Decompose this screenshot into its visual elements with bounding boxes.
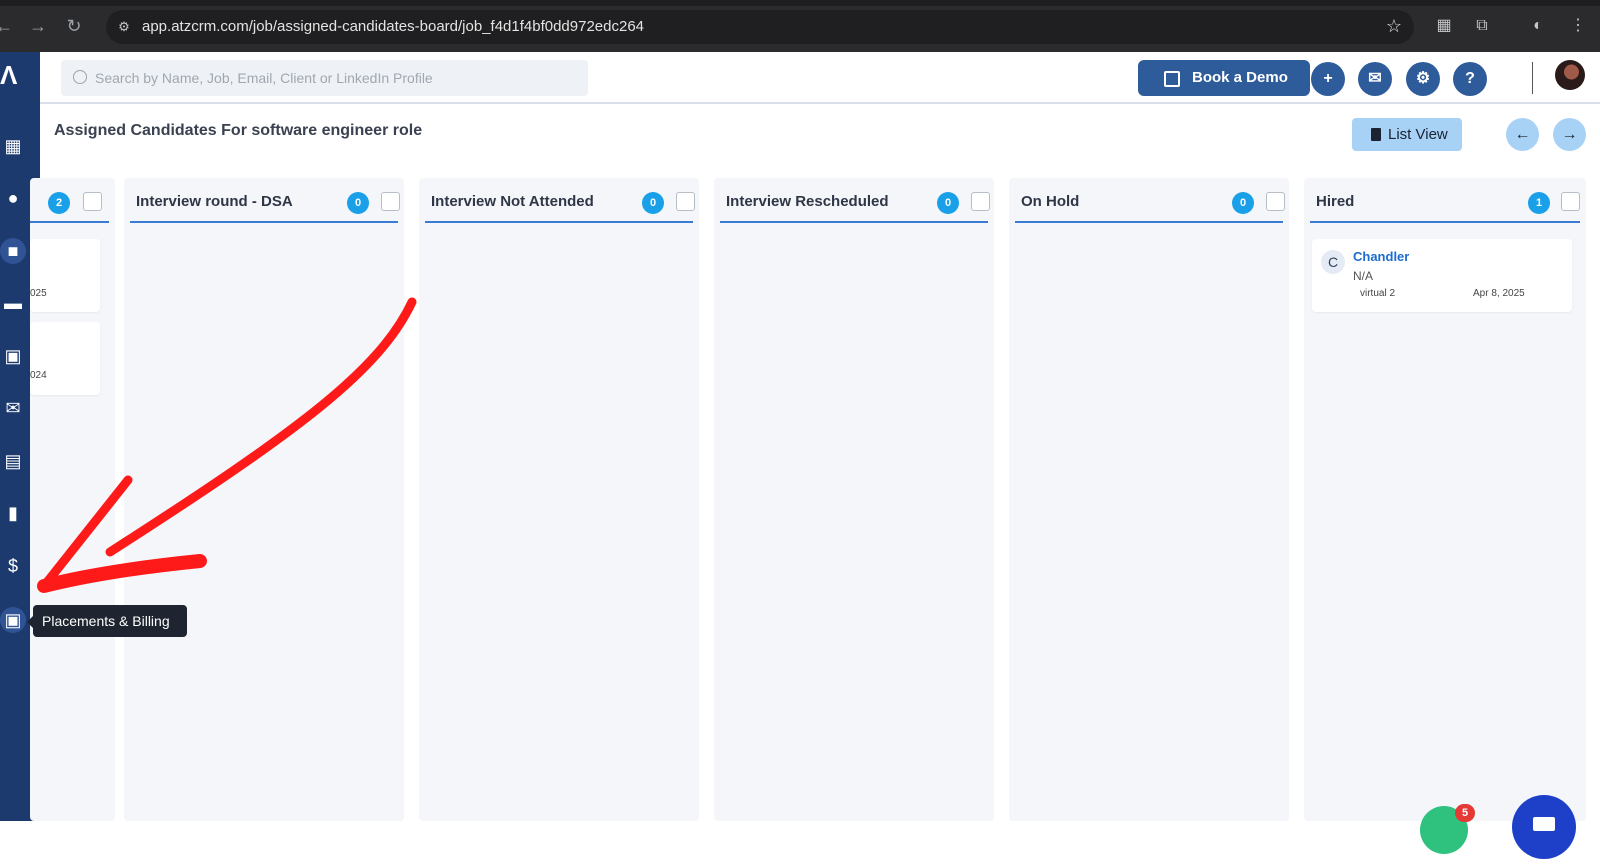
column-select-checkbox[interactable] [1266, 192, 1285, 211]
column-header: Interview Rescheduled 0 [720, 190, 990, 223]
column-select-checkbox[interactable] [83, 192, 102, 211]
calendar-icon [1164, 71, 1180, 87]
book-demo-label: Book a Demo [1192, 69, 1288, 86]
dashboard-icon[interactable]: ▦ [0, 133, 26, 159]
column-select-checkbox[interactable] [971, 192, 990, 211]
scroll-left-button[interactable]: ← [1506, 118, 1539, 151]
candidate-card[interactable]: C Chandler N/A virtual 2 Apr 8, 2025 [1312, 239, 1572, 312]
column-title: Interview Not Attended [431, 193, 594, 210]
list-view-label: List View [1388, 126, 1448, 143]
candidate-card[interactable]: 025 [30, 239, 100, 312]
bookmark-star-icon[interactable]: ☆ [1386, 16, 1402, 37]
profile-icon[interactable]: ◐ [1526, 14, 1550, 38]
board-column: Interview Rescheduled 0 [714, 178, 994, 821]
help-icon[interactable]: ? [1453, 62, 1487, 96]
chat-button[interactable] [1512, 795, 1576, 859]
column-count-badge: 0 [1232, 192, 1254, 214]
page-title: Assigned Candidates For software enginee… [54, 122, 423, 139]
forward-icon[interactable]: → [26, 14, 50, 38]
search-icon [73, 70, 87, 84]
column-header: On Hold 0 [1015, 190, 1285, 223]
site-settings-icon[interactable]: ⚙ [116, 19, 132, 35]
card-date: 024 [30, 370, 47, 381]
browser-menu-icon[interactable]: ⋮ [1566, 14, 1590, 38]
candidate-name[interactable]: Chandler [1353, 249, 1409, 264]
browser-tab-strip [0, 0, 1600, 6]
candidate-card[interactable]: 024 [30, 322, 100, 395]
contact-card-icon[interactable]: ▣ [0, 343, 26, 369]
analytics-icon[interactable]: ▮ [0, 500, 26, 526]
header-divider [1532, 62, 1533, 94]
address-bar[interactable]: ⚙ app.atzcrm.com/job/assigned-candidates… [106, 10, 1414, 44]
column-header: Interview Not Attended 0 [425, 190, 695, 223]
column-header: Hired 1 [1310, 190, 1580, 223]
settings-gear-icon[interactable]: ⚙ [1406, 62, 1440, 96]
column-count-badge: 2 [48, 192, 70, 214]
search-input[interactable] [95, 60, 575, 96]
column-select-checkbox[interactable] [381, 192, 400, 211]
book-demo-button[interactable]: Book a Demo [1138, 60, 1310, 96]
scroll-right-button[interactable]: → [1553, 118, 1586, 151]
candidate-subtitle: N/A [1353, 269, 1374, 283]
column-count-badge: 1 [1528, 192, 1550, 214]
search-box[interactable] [61, 60, 588, 96]
column-count-badge: 0 [642, 192, 664, 214]
board-column: Hired 1 C Chandler N/A virtual 2 Apr 8, … [1304, 178, 1586, 821]
column-select-checkbox[interactable] [1561, 192, 1580, 211]
dollar-icon[interactable]: $ [0, 553, 26, 579]
sidebar-tooltip: Placements & Billing [27, 605, 187, 637]
notification-badge: 5 [1455, 804, 1475, 822]
extension-icon[interactable]: ▦ [1432, 14, 1456, 38]
mail-icon[interactable]: ✉ [1358, 62, 1392, 96]
candidate-date: Apr 8, 2025 [1473, 288, 1525, 299]
placements-billing-icon[interactable]: ▣ [0, 607, 26, 633]
card-date: 025 [30, 288, 47, 299]
briefcase-icon[interactable]: ■ [0, 238, 26, 264]
board-column: Interview Not Attended 0 [419, 178, 699, 821]
chat-bubble-icon [1533, 817, 1555, 831]
candidate-meta: virtual 2 [1360, 288, 1396, 299]
calendar-icon[interactable]: ▤ [0, 448, 26, 474]
column-select-checkbox[interactable] [676, 192, 695, 211]
logo-icon[interactable]: Λ [0, 62, 26, 88]
candidate-initial: C [1321, 250, 1345, 274]
browser-toolbar: ← → ↻ ⚙ app.atzcrm.com/job/assigned-cand… [0, 0, 1600, 52]
column-title: On Hold [1021, 193, 1080, 210]
column-count-badge: 0 [347, 192, 369, 214]
url-text[interactable]: app.atzcrm.com/job/assigned-candidates-b… [142, 18, 644, 35]
reload-icon[interactable]: ↻ [62, 14, 86, 38]
avatar[interactable] [1555, 60, 1585, 90]
list-view-button[interactable]: List View [1352, 118, 1462, 151]
column-title: Hired [1316, 193, 1355, 210]
mail-icon[interactable]: ✉ [0, 395, 26, 421]
column-header: Interview round - DSA 0 [130, 190, 400, 223]
add-company-icon[interactable]: ▬ [0, 290, 26, 316]
add-icon[interactable]: + [1311, 62, 1345, 96]
clipboard-icon [1371, 128, 1381, 141]
column-count-badge: 0 [937, 192, 959, 214]
board-column: 2 025 024 [30, 178, 115, 821]
kanban-board: 2 025 024 Interview round - DSA 0 Interv… [30, 178, 1600, 821]
board-column: On Hold 0 [1009, 178, 1289, 821]
app-header: Book a Demo + ✉ ⚙ ? [40, 52, 1600, 104]
column-title: Interview Rescheduled [726, 193, 889, 210]
extensions-puzzle-icon[interactable]: ⧉ [1470, 14, 1494, 38]
user-icon[interactable]: ● [0, 185, 26, 211]
board-column: Interview round - DSA 0 [124, 178, 404, 821]
column-header: 2 [30, 190, 109, 223]
column-title: Interview round - DSA [136, 193, 293, 210]
back-icon[interactable]: ← [0, 14, 16, 38]
